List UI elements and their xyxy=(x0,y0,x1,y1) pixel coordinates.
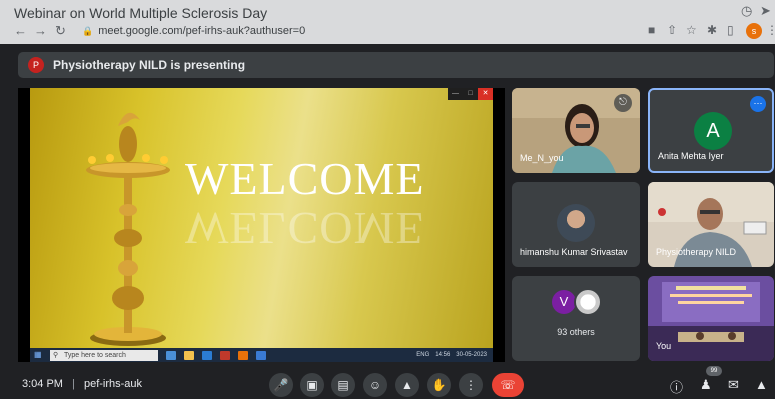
close-icon[interactable]: ✕ xyxy=(478,88,493,100)
presenting-text: Physiotherapy NILD is presenting xyxy=(53,58,246,72)
minimize-icon[interactable]: — xyxy=(448,88,463,100)
more-options-button[interactable]: ⋮ xyxy=(459,373,483,397)
profile-avatar[interactable]: s xyxy=(746,23,762,39)
slide-heading-reflection: WELCOME xyxy=(185,203,425,254)
forward-icon[interactable]: → xyxy=(34,23,47,38)
back-icon[interactable]: ← xyxy=(14,23,27,38)
lock-icon: 🔒 xyxy=(82,25,94,36)
participant-name: You xyxy=(656,341,672,351)
activities-icon[interactable]: ▲ xyxy=(755,377,768,392)
participant-name: Anita Mehta Iyer xyxy=(658,151,724,161)
participant-tile-me-n-you[interactable]: ⎋ Me_N_you xyxy=(512,88,640,173)
current-time: 3:04 PM xyxy=(22,378,63,390)
browser-chrome: Webinar on World Multiple Sclerosis Day … xyxy=(0,0,775,44)
address-bar[interactable]: 🔒 meet.google.com/pef-irhs-auk?authuser=… xyxy=(82,22,642,40)
url-text: meet.google.com/pef-irhs-auk?authuser=0 xyxy=(98,25,306,37)
others-avatar-image xyxy=(574,288,602,316)
tray-language: ENG xyxy=(416,352,430,358)
taskbar-app-meet-icon xyxy=(256,350,266,360)
presentation-view[interactable]: WELCOME WELCOME — □ ✕ ▦ ⚲ Type here to s… xyxy=(18,88,505,362)
leave-call-button[interactable]: ☏ xyxy=(492,373,524,397)
present-button[interactable]: ▲ xyxy=(395,373,419,397)
welcome-slide: WELCOME WELCOME xyxy=(30,88,493,348)
microphone-button[interactable]: 🎤 xyxy=(269,373,293,397)
oil-lamp-image xyxy=(86,112,170,346)
side-panel-icon[interactable]: ▯ xyxy=(727,23,734,37)
taskbar-search-placeholder: Type here to search xyxy=(64,351,126,359)
participant-name: Physiotherapy NILD xyxy=(656,247,737,257)
taskbar-app-edge-icon xyxy=(166,350,176,360)
mic-off-icon: ⎋ xyxy=(614,94,632,112)
participant-count-badge: 99 xyxy=(706,366,722,376)
taskbar-app-word-icon xyxy=(202,350,212,360)
camera-button[interactable]: ▣ xyxy=(300,373,324,397)
taskbar-app-powerpoint-icon xyxy=(220,350,230,360)
camera-icon[interactable]: ■ xyxy=(648,23,655,37)
search-icon: ⚲ xyxy=(53,351,59,359)
reactions-button[interactable]: ☺ xyxy=(363,373,387,397)
system-tray: ENG 14:56 30-05-2023 xyxy=(416,352,487,358)
participant-tile-you[interactable]: You xyxy=(648,276,774,361)
participant-name: Me_N_you xyxy=(520,153,564,163)
meeting-code: pef-irhs-auk xyxy=(83,378,143,390)
tray-date: 30-05-2023 xyxy=(456,352,487,358)
people-icon[interactable]: ♟ xyxy=(700,377,712,393)
participant-name: himanshu Kumar Srivastav xyxy=(520,247,628,257)
slide-heading: WELCOME xyxy=(185,153,425,204)
share-icon[interactable]: ⇧ xyxy=(667,23,677,37)
extensions-icon[interactable]: ✱ xyxy=(707,23,717,37)
shared-screen-taskbar: ▦ ⚲ Type here to search ENG 14:56 30-05-… xyxy=(30,348,493,362)
restore-icon[interactable]: □ xyxy=(463,88,478,100)
participant-tile-himanshu[interactable]: himanshu Kumar Srivastav xyxy=(512,182,640,267)
browser-menu-icon[interactable]: ⋮ xyxy=(766,23,775,37)
reload-icon[interactable]: ↻ xyxy=(55,23,66,39)
presenting-banner: P Physiotherapy NILD is presenting xyxy=(18,52,774,78)
more-options-icon[interactable]: ⋯ xyxy=(750,96,766,112)
raise-hand-button[interactable]: ✋ xyxy=(427,373,451,397)
presenter-window-controls: — □ ✕ xyxy=(448,88,493,100)
taskbar-app-folder-icon xyxy=(184,350,194,360)
meeting-toolbar: 3:04 PM | pef-irhs-auk 🎤 ▣ ▤ ☺ ▲ ✋ ⋮ ☏ ⓘ… xyxy=(0,369,775,399)
chat-icon[interactable]: ✉ xyxy=(728,377,739,393)
share-arrow-icon[interactable]: ➤ xyxy=(760,3,771,19)
windows-start-icon: ▦ xyxy=(34,350,42,359)
info-icon[interactable]: ⓘ xyxy=(670,377,683,396)
bookmark-star-icon[interactable]: ☆ xyxy=(686,23,697,37)
presenter-avatar: P xyxy=(28,57,44,73)
meeting-info: 3:04 PM | pef-irhs-auk xyxy=(22,378,143,390)
participant-tile-physiotherapy-nild[interactable]: Physiotherapy NILD xyxy=(648,182,774,267)
participant-tile-anita-mehta-iyer[interactable]: A ⋯ Anita Mehta Iyer xyxy=(648,88,774,173)
captions-button[interactable]: ▤ xyxy=(331,373,355,397)
taskbar-search: ⚲ Type here to search xyxy=(50,349,158,361)
others-count: 93 others xyxy=(557,327,595,337)
participant-tile-others[interactable]: V 93 others xyxy=(512,276,640,361)
taskbar-app-chrome-icon xyxy=(238,350,248,360)
tray-time: 14:56 xyxy=(435,352,451,358)
clock-icon[interactable]: ◷ xyxy=(741,3,752,19)
window-title: Webinar on World Multiple Sclerosis Day xyxy=(14,5,268,21)
participant-avatar xyxy=(557,204,595,242)
participant-avatar: A xyxy=(694,112,732,150)
others-avatar: V xyxy=(552,290,576,314)
